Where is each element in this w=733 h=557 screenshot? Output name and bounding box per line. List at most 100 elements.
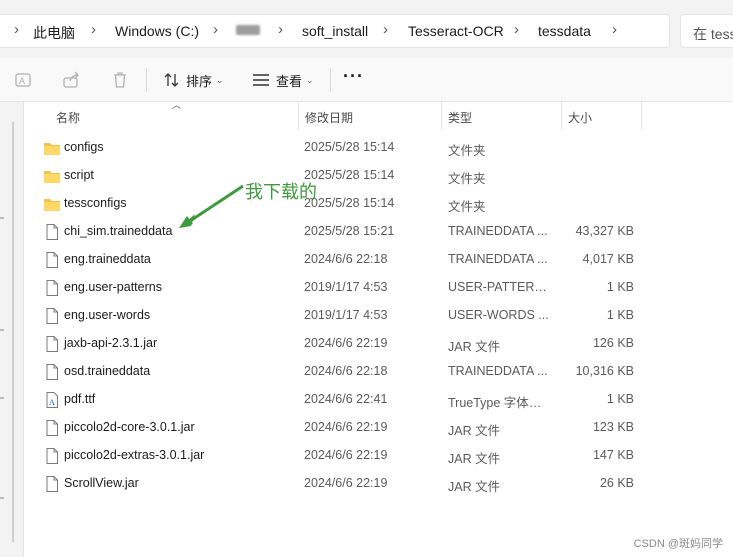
nav-marker xyxy=(0,329,4,331)
file-row[interactable]: eng.user-patterns 2019/1/17 4:53 USER-PATT… xyxy=(25,274,733,302)
file-size: 26 KB xyxy=(599,476,634,490)
breadcrumb-item-drive-c[interactable]: Windows (C:) xyxy=(115,23,199,39)
folder-icon xyxy=(44,167,60,185)
share-icon[interactable] xyxy=(62,70,82,90)
breadcrumb-item-tesseract-ocr[interactable]: Tesseract-OCR xyxy=(408,23,504,39)
file-modified-date: 2024/6/6 22:19 xyxy=(304,476,388,490)
file-row[interactable]: osd.traineddata 2024/6/6 22:18 TRAINEDDATA… xyxy=(25,358,733,386)
file-modified-date: 2019/1/17 4:53 xyxy=(304,308,388,322)
file-icon xyxy=(44,363,60,381)
file-row[interactable]: script 2025/5/28 15:14 文件夹 xyxy=(25,162,733,190)
breadcrumb-item-this-pc[interactable]: 此电脑 xyxy=(33,23,75,43)
view-label: 查看 xyxy=(276,73,303,89)
column-header-name[interactable]: 名称 xyxy=(50,102,299,130)
file-name: pdf.ttf xyxy=(64,392,96,406)
column-header-row: ︿ 名称 修改日期 类型 大小 xyxy=(25,100,733,130)
chevron-right-icon[interactable]: › xyxy=(213,21,218,38)
file-row[interactable]: piccolo2d-extras-3.0.1.jar 2024/6/6 22:19… xyxy=(25,442,733,470)
toolbar-divider xyxy=(330,68,331,92)
redacted-folder[interactable] xyxy=(236,25,260,35)
svg-text:A: A xyxy=(49,398,55,407)
chevron-right-icon[interactable]: › xyxy=(612,21,617,38)
file-name: eng.user-words xyxy=(64,308,151,322)
chevron-down-icon: ⌄ xyxy=(306,74,314,85)
search-input[interactable]: 在 tess xyxy=(680,14,733,48)
file-modified-date: 2024/6/6 22:19 xyxy=(304,448,388,462)
file-row[interactable]: Apdf.ttf 2024/6/6 22:41 TrueType 字体文件 1 KB xyxy=(25,386,733,414)
file-name: jaxb-api-2.3.1.jar xyxy=(64,336,158,350)
file-modified-date: 2025/5/28 15:21 xyxy=(304,224,395,238)
folder-icon xyxy=(44,195,60,213)
search-placeholder: 在 tess xyxy=(693,26,733,42)
file-name: eng.user-patterns xyxy=(64,280,162,294)
navigation-pane-edge[interactable] xyxy=(0,102,24,557)
file-row[interactable]: eng.traineddata 2024/6/6 22:18 TRAINEDDATA… xyxy=(25,246,733,274)
file-row[interactable]: chi_sim.traineddata 2025/5/28 15:21 TRAINE… xyxy=(25,218,733,246)
file-name: osd.traineddata xyxy=(64,364,151,378)
file-type: 文件夹 xyxy=(448,144,486,158)
file-name: script xyxy=(64,168,94,182)
column-header-type-label: 类型 xyxy=(448,111,473,125)
column-header-size-label: 大小 xyxy=(568,111,593,125)
sort-button[interactable]: 排序 ⌄ xyxy=(164,70,224,90)
column-header-size[interactable]: 大小 xyxy=(562,102,642,130)
file-size: 4,017 KB xyxy=(582,252,634,266)
file-type: 文件夹 xyxy=(448,200,486,214)
column-header-date[interactable]: 修改日期 xyxy=(299,102,442,130)
file-icon xyxy=(44,307,60,325)
folder-icon xyxy=(44,139,60,157)
file-icon xyxy=(44,447,60,465)
chevron-right-icon[interactable]: › xyxy=(383,21,388,38)
chevron-right-icon[interactable]: › xyxy=(278,21,283,38)
watermark: CSDN @斑妈同学 xyxy=(633,538,723,550)
chevron-right-icon[interactable]: › xyxy=(91,21,96,38)
file-size: 123 KB xyxy=(592,420,634,434)
file-row[interactable]: ScrollView.jar 2024/6/6 22:19 JAR 文件 26 KB xyxy=(25,470,733,498)
nav-marker xyxy=(0,497,4,499)
file-size: 1 KB xyxy=(606,392,634,406)
file-row[interactable]: tessconfigs 2025/5/28 15:14 文件夹 xyxy=(25,190,733,218)
file-modified-date: 2025/5/28 15:14 xyxy=(304,140,395,154)
file-row[interactable]: jaxb-api-2.3.1.jar 2024/6/6 22:19 JAR 文件 12… xyxy=(25,330,733,358)
annotation-text: 我下载的 xyxy=(245,182,317,203)
column-header-name-label: 名称 xyxy=(56,111,81,125)
file-modified-date: 2024/6/6 22:18 xyxy=(304,252,388,266)
rename-icon[interactable]: A xyxy=(14,70,34,90)
file-name: ScrollView.jar xyxy=(64,476,139,490)
file-modified-date: 2019/1/17 4:53 xyxy=(304,280,388,294)
file-size: 43,327 KB xyxy=(575,224,634,238)
file-size: 147 KB xyxy=(592,448,634,462)
chevron-right-icon[interactable]: › xyxy=(514,21,519,38)
address-bar: 此电脑 › › Windows (C:) › › soft_install › … xyxy=(0,0,733,58)
file-size: 1 KB xyxy=(606,280,634,294)
column-header-date-label: 修改日期 xyxy=(305,111,354,125)
file-modified-date: 2024/6/6 22:41 xyxy=(304,392,388,406)
file-modified-date: 2025/5/28 15:14 xyxy=(304,196,395,210)
file-size: 126 KB xyxy=(592,336,634,350)
view-icon xyxy=(253,74,269,86)
scrollbar[interactable] xyxy=(12,122,14,542)
file-row[interactable]: piccolo2d-core-3.0.1.jar 2024/6/6 22:19 JA… xyxy=(25,414,733,442)
file-list: ︿ 名称 修改日期 类型 大小 configs 2025/5/28 15:14 文件… xyxy=(25,100,733,557)
sort-icon xyxy=(164,73,179,87)
nav-marker xyxy=(0,397,4,399)
more-options-button[interactable]: ··· xyxy=(343,66,364,87)
file-row[interactable]: configs 2025/5/28 15:14 文件夹 xyxy=(25,134,733,162)
file-row[interactable]: eng.user-words 2019/1/17 4:53 USER-WORDS .… xyxy=(25,302,733,330)
file-name: tessconfigs xyxy=(64,196,127,210)
breadcrumb-item-soft-install[interactable]: soft_install xyxy=(302,23,368,39)
delete-icon[interactable] xyxy=(110,70,130,90)
file-modified-date: 2024/6/6 22:19 xyxy=(304,420,388,434)
breadcrumb-item-tessdata[interactable]: tessdata xyxy=(538,23,591,39)
file-icon xyxy=(44,279,60,297)
font-file-icon: A xyxy=(44,391,60,409)
column-header-type[interactable]: 类型 xyxy=(442,102,562,130)
file-name: eng.traineddata xyxy=(64,252,151,266)
file-name: piccolo2d-core-3.0.1.jar xyxy=(64,420,195,434)
view-button[interactable]: 查看 ⌄ xyxy=(252,70,314,90)
toolbar-divider xyxy=(146,68,147,92)
file-icon xyxy=(44,223,60,241)
sort-label: 排序 xyxy=(186,73,213,89)
file-modified-date: 2025/5/28 15:14 xyxy=(304,168,395,182)
file-size: 10,316 KB xyxy=(575,364,634,378)
